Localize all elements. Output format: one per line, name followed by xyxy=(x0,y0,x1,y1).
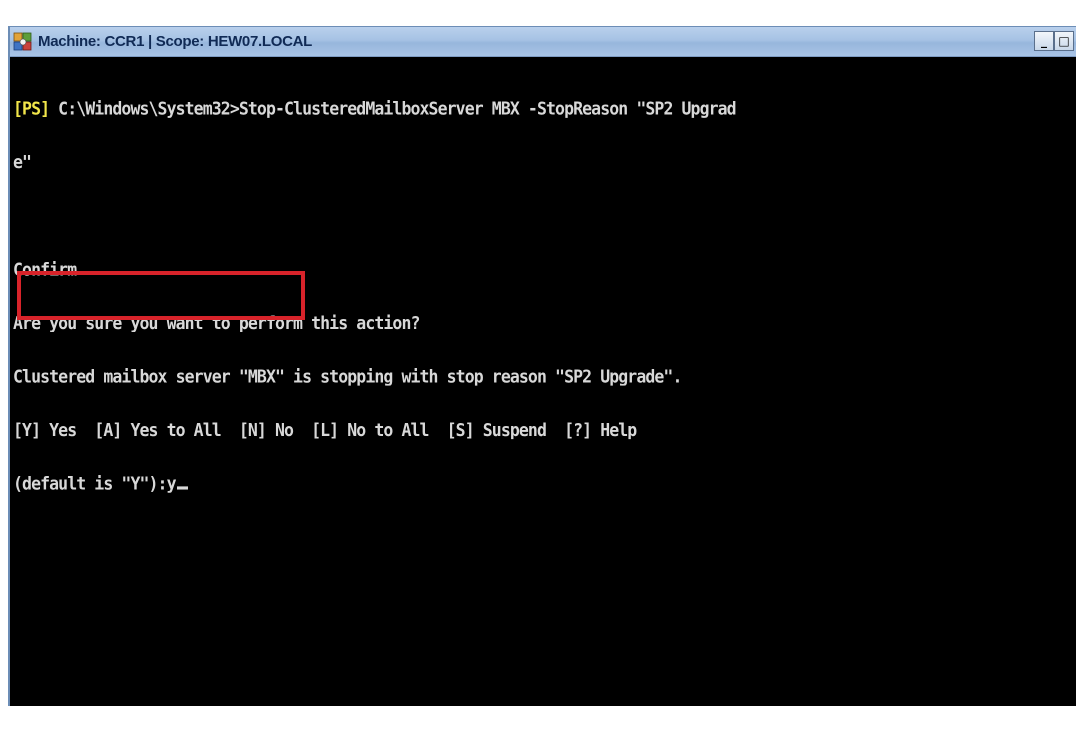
powershell-app-icon xyxy=(13,32,33,52)
confirm-description: Clustered mailbox server "MBX" is stoppi… xyxy=(13,367,682,386)
command-line-wrap: e" xyxy=(13,153,32,172)
confirm-options: [Y] Yes [A] Yes to All [N] No [L] No to … xyxy=(13,421,637,440)
command-text: C:\Windows\System32>Stop-ClusteredMailbo… xyxy=(49,100,736,118)
title-bar[interactable]: Machine: CCR1 | Scope: HEW07.LOCAL _ □ xyxy=(10,27,1076,57)
maximize-button[interactable]: □ xyxy=(1054,31,1074,51)
powershell-window: Machine: CCR1 | Scope: HEW07.LOCAL _ □ [… xyxy=(8,26,1076,706)
prompt-input-line[interactable]: (default is "Y"):y xyxy=(13,475,1076,493)
window-title: Machine: CCR1 | Scope: HEW07.LOCAL xyxy=(38,33,313,50)
console-output[interactable]: [PS] C:\Windows\System32>Stop-ClusteredM… xyxy=(10,58,1076,738)
window-controls: _ □ xyxy=(1034,31,1074,51)
highlight-annotation-box xyxy=(17,271,305,320)
maximize-icon: □ xyxy=(1058,34,1070,48)
ps-prompt-tag: [PS] xyxy=(13,100,50,118)
minimize-icon: _ xyxy=(1041,34,1047,48)
command-line: [PS] C:\Windows\System32>Stop-ClusteredM… xyxy=(13,100,1076,118)
text-cursor xyxy=(176,486,188,490)
minimize-button[interactable]: _ xyxy=(1034,31,1054,51)
prompt-text: (default is "Y"):y xyxy=(13,474,177,493)
